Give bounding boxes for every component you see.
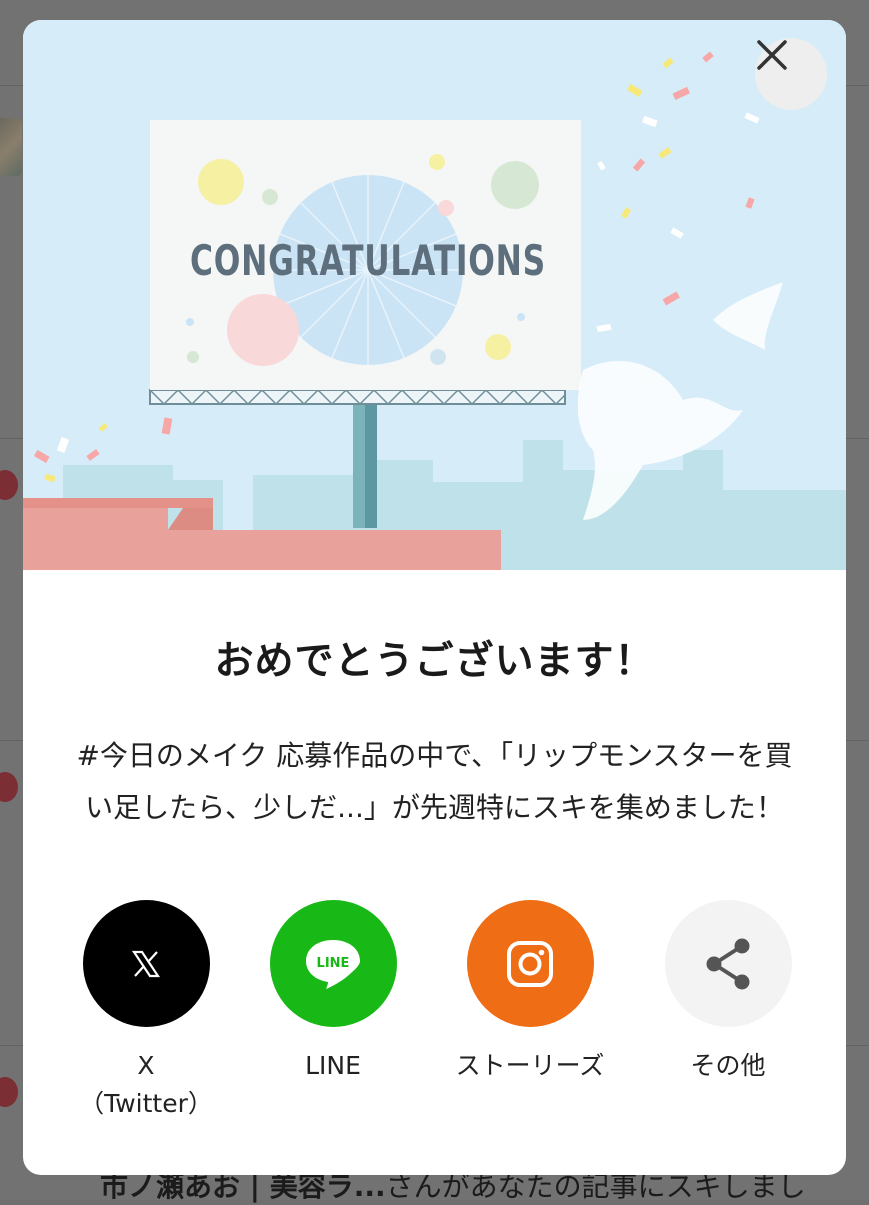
share-x-button[interactable]: X （Twitter） <box>46 900 246 1123</box>
line-logo-text: LINE <box>317 956 350 971</box>
line-logo-icon: LINE <box>306 939 360 989</box>
share-stories-label: ストーリーズ <box>455 1051 605 1080</box>
share-icon <box>706 938 750 989</box>
share-line-label: LINE <box>305 1051 361 1080</box>
close-icon <box>757 40 787 70</box>
congratulations-modal: CONGRATULATIONS おめでとうございます！ #今日のメイク 応募作品… <box>23 20 846 1175</box>
avatar <box>0 118 22 176</box>
billboard-text: CONGRATULATIONS <box>190 236 546 285</box>
share-other-button[interactable]: その他 <box>628 900 828 1085</box>
share-x-label: X （Twitter） <box>79 1051 213 1118</box>
modal-message: #今日のメイク 応募作品の中で、「リップモンスターを買い足したら、少しだ...」… <box>76 739 793 824</box>
heart-icon <box>0 772 18 802</box>
share-stories-button[interactable]: ストーリーズ <box>430 900 630 1085</box>
heart-icon <box>0 470 18 500</box>
share-x-circle[interactable] <box>82 900 210 1027</box>
share-other-label: その他 <box>690 1051 766 1080</box>
close-button[interactable] <box>755 38 827 110</box>
billboard-illustration: CONGRATULATIONS <box>23 20 846 570</box>
hero-illustration: CONGRATULATIONS <box>23 20 846 570</box>
modal-title: おめでとうございます！ <box>214 639 655 684</box>
share-options: X （Twitter） LINE LINE ストーリーズ その他 <box>23 900 846 1140</box>
share-line-button[interactable]: LINE LINE <box>233 900 433 1085</box>
share-stories-circle[interactable] <box>466 900 594 1027</box>
x-logo-icon <box>131 950 161 977</box>
share-line-circle[interactable]: LINE <box>269 900 397 1027</box>
instagram-icon <box>507 940 553 987</box>
heart-icon <box>0 1077 18 1107</box>
share-other-circle[interactable] <box>664 900 792 1027</box>
